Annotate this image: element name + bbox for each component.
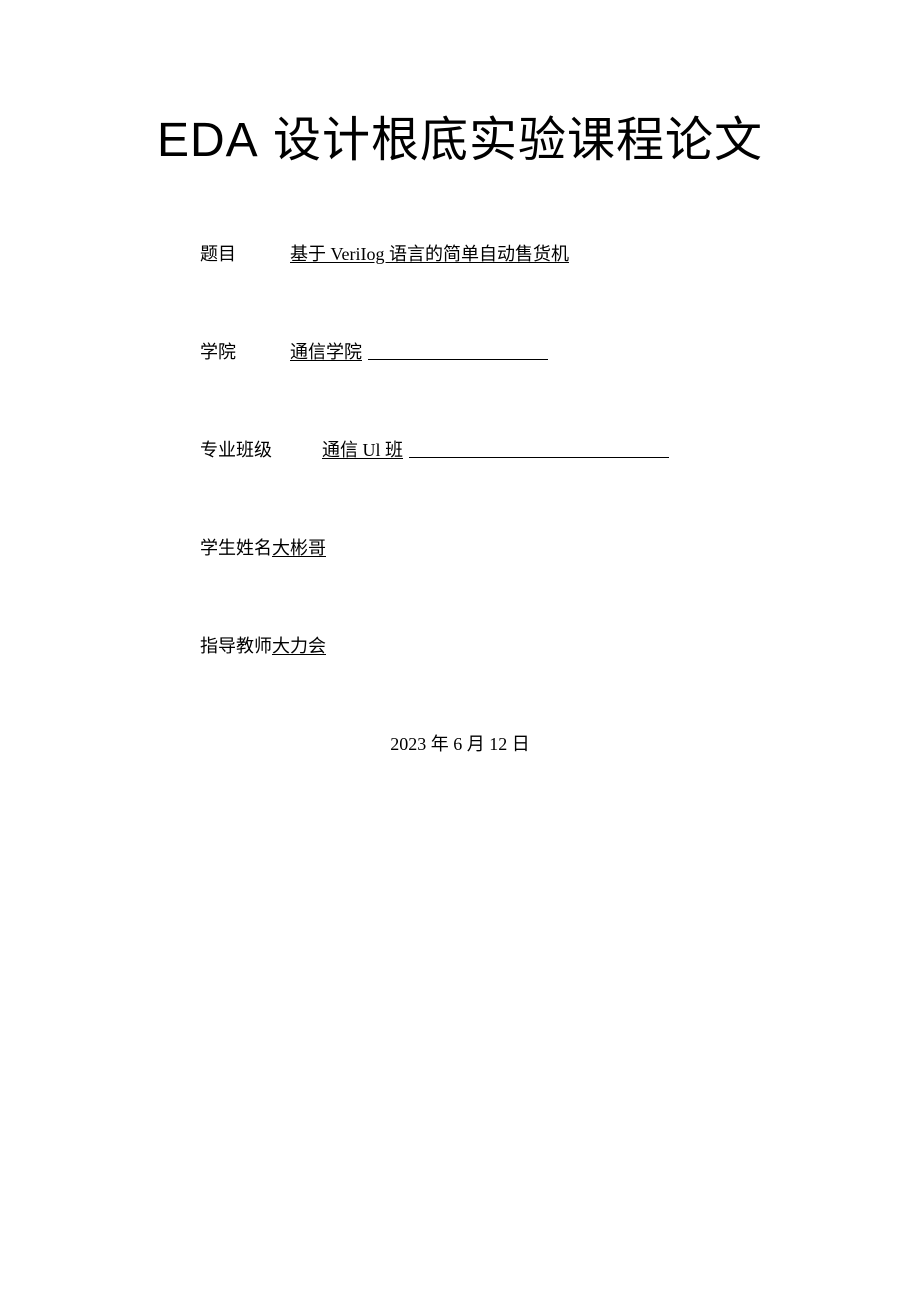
title-text: 设计根底实验课程论文 — [259, 114, 763, 167]
label-college: 学院 — [200, 338, 290, 364]
date-text: 2023 年 6 月 12 日 — [100, 730, 820, 756]
field-student: 学生姓名大彬哥 — [200, 534, 820, 560]
label-advisor: 指导教师 — [200, 632, 272, 658]
advisor-container: 指导教师大力会 — [200, 632, 326, 658]
student-container: 学生姓名大彬哥 — [200, 534, 326, 560]
value-line-major: 通信 Ul 班 — [322, 436, 669, 462]
field-college: 学院 通信学院 — [200, 338, 820, 364]
underline-extension — [409, 440, 669, 458]
field-major: 专业班级 通信 Ul 班 — [200, 436, 820, 462]
label-student: 学生姓名 — [200, 534, 272, 560]
value-advisor: 大力会 — [272, 636, 326, 656]
label-topic: 题目 — [200, 240, 290, 266]
field-topic: 题目 基于 VeriIog 语言的简单自动售货机 — [200, 240, 820, 266]
field-advisor: 指导教师大力会 — [200, 632, 820, 658]
document-page: EDA 设计根底实验课程论文 题目 基于 VeriIog 语言的简单自动售货机 … — [0, 0, 920, 756]
title-prefix: EDA — [157, 114, 259, 167]
page-title: EDA 设计根底实验课程论文 — [100, 100, 820, 170]
value-college: 通信学院 — [290, 338, 362, 364]
value-line-college: 通信学院 — [290, 338, 548, 364]
value-topic: 基于 VeriIog 语言的简单自动售货机 — [290, 240, 569, 266]
value-student: 大彬哥 — [272, 538, 326, 558]
underline-extension — [368, 342, 548, 360]
value-major: 通信 Ul 班 — [322, 436, 403, 462]
info-block: 题目 基于 VeriIog 语言的简单自动售货机 学院 通信学院 专业班级 通信… — [100, 240, 820, 658]
label-major: 专业班级 — [200, 436, 322, 462]
